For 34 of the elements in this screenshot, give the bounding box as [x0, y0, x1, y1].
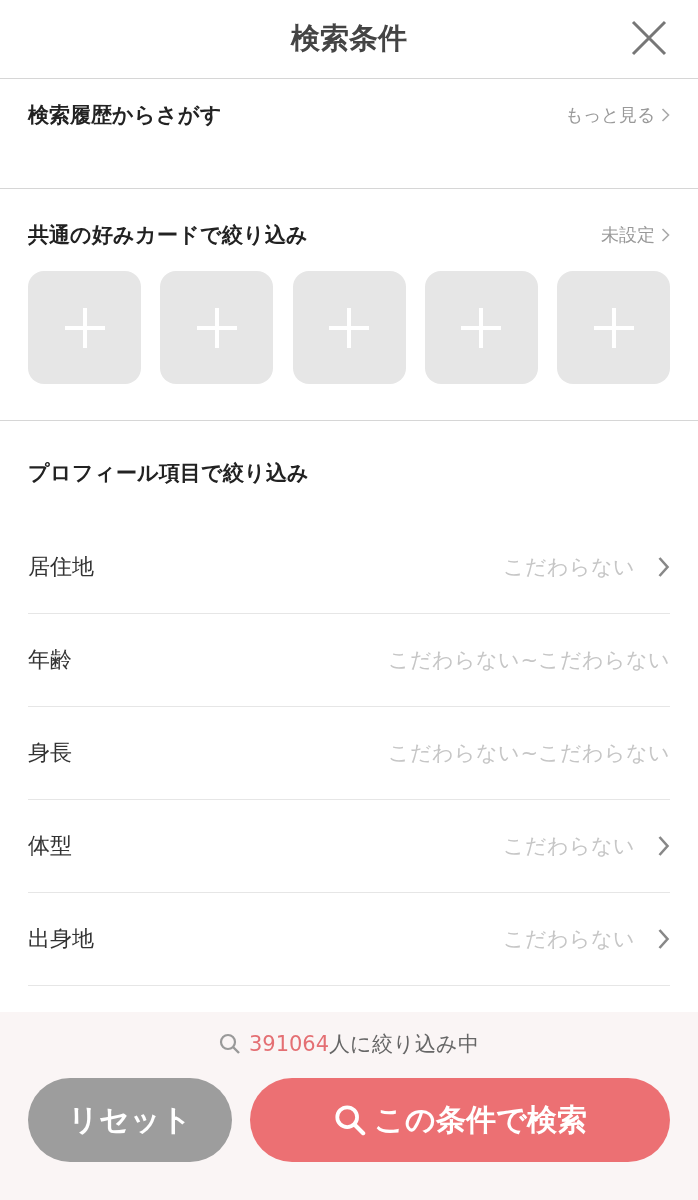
chevron-icon — [661, 108, 670, 122]
add-card-button[interactable] — [424, 271, 538, 384]
search-icon — [333, 1104, 366, 1136]
page-title: 検索条件 — [291, 20, 407, 57]
section-title: 共通の好みカードで絞り込み — [28, 222, 308, 249]
plus-icon — [64, 307, 105, 348]
add-card-button[interactable] — [292, 271, 406, 384]
result-count: 391064人に絞り込み中 — [248, 1031, 480, 1058]
search-button[interactable]: この条件で検索 — [250, 1078, 670, 1162]
row-value[interactable]: こだわらない — [503, 832, 635, 860]
reset-button[interactable]: リセット — [28, 1078, 232, 1162]
search-icon — [218, 1033, 241, 1055]
add-card-button[interactable] — [557, 271, 670, 384]
row-label: 居住地 — [28, 553, 95, 581]
row-value[interactable]: こだわらない — [503, 925, 635, 953]
row-label: 年齢 — [28, 646, 73, 674]
section-title: プロフィール項目で絞り込み — [28, 460, 310, 487]
plus-icon — [196, 307, 237, 348]
status-link[interactable]: 未設定 — [601, 223, 670, 247]
row-value[interactable]: こだわらない~こだわらない — [388, 646, 670, 674]
row-label: 体型 — [28, 832, 73, 860]
row-value[interactable]: こだわらない — [503, 553, 635, 581]
section-title: 検索履歴からさがす — [28, 102, 222, 129]
add-card-button[interactable] — [28, 271, 141, 384]
plus-icon — [329, 307, 369, 348]
row-label: 身長 — [28, 739, 73, 767]
plus-icon — [461, 307, 502, 348]
chevron-icon — [661, 228, 670, 242]
plus-icon — [593, 307, 634, 348]
row-value[interactable]: こだわらない~こだわらない — [388, 739, 670, 767]
more-link[interactable]: もっと見る — [565, 103, 670, 127]
row-label: 出身地 — [28, 925, 95, 953]
add-card-button[interactable] — [160, 271, 274, 384]
close-icon[interactable] — [631, 20, 667, 56]
